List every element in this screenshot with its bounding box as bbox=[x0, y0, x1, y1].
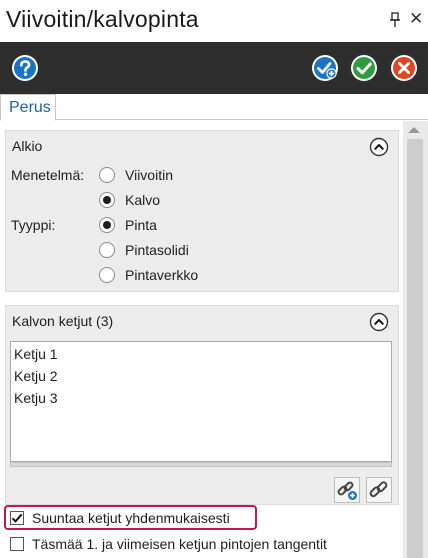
close-icon[interactable]: ✕ bbox=[409, 10, 423, 28]
align-chains-checkbox[interactable]: Suuntaa ketjut yhdenmukaisesti bbox=[10, 509, 250, 529]
alkio-panel-title: Alkio bbox=[12, 138, 43, 154]
radio-label: Pintasolidi bbox=[125, 242, 189, 258]
type-label: Tyyppi: bbox=[11, 217, 56, 233]
chain-add-icon bbox=[337, 481, 357, 500]
method-label: Menetelmä: bbox=[11, 167, 85, 183]
chevron-up-icon bbox=[369, 137, 389, 157]
radio-pintaverkko[interactable]: Pintaverkko bbox=[99, 266, 219, 286]
chain-link-icon bbox=[369, 481, 388, 498]
ok-check-icon bbox=[351, 55, 377, 81]
chains-collapse-button[interactable] bbox=[369, 312, 389, 332]
dialog-window: Viivoitin/kalvopinta ✕ Perus Alkio Menet… bbox=[0, 0, 428, 558]
radio-label: Pintaverkko bbox=[125, 267, 199, 283]
cancel-icon bbox=[391, 55, 417, 81]
match-tangents-checkbox[interactable]: Täsmää 1. ja viimeisen ketjun pintojen t… bbox=[10, 535, 370, 555]
apply-continue-button[interactable] bbox=[311, 54, 339, 82]
chains-panel-title: Kalvon ketjut (3) bbox=[12, 313, 114, 329]
tab-strip bbox=[0, 94, 428, 120]
window-title: Viivoitin/kalvopinta bbox=[6, 6, 199, 32]
chevron-up-icon bbox=[369, 312, 389, 332]
add-chain-button[interactable] bbox=[334, 477, 360, 503]
checkbox-label: Täsmää 1. ja viimeisen ketjun pintojen t… bbox=[32, 536, 327, 552]
radio-circle-selected bbox=[99, 192, 115, 208]
radio-label: Kalvo bbox=[125, 192, 161, 208]
checkmark-icon bbox=[11, 513, 23, 523]
title-bar: Viivoitin/kalvopinta ✕ bbox=[0, 0, 428, 42]
radio-label: Pinta bbox=[125, 217, 157, 233]
radio-label: Viivoitin bbox=[125, 167, 173, 183]
tab-perus[interactable]: Perus bbox=[0, 94, 56, 121]
checkbox-box bbox=[10, 537, 24, 551]
help-icon bbox=[12, 55, 38, 81]
radio-circle bbox=[99, 242, 115, 258]
radio-circle bbox=[99, 167, 115, 183]
radio-circle bbox=[99, 267, 115, 283]
checkbox-box bbox=[10, 511, 24, 525]
radio-pinta[interactable]: Pinta bbox=[99, 216, 219, 236]
chain-list[interactable]: Ketju 1 Ketju 2 Ketju 3 bbox=[10, 341, 392, 462]
radio-kalvo[interactable]: Kalvo bbox=[99, 191, 219, 211]
list-item[interactable]: Ketju 2 bbox=[14, 368, 58, 384]
alkio-collapse-button[interactable] bbox=[369, 137, 389, 157]
scroll-up-icon[interactable] bbox=[408, 127, 420, 133]
scrollbar-thumb[interactable] bbox=[407, 139, 423, 558]
radio-pintasolidi[interactable]: Pintasolidi bbox=[99, 241, 219, 261]
list-item[interactable]: Ketju 3 bbox=[14, 390, 58, 406]
pin-icon[interactable] bbox=[388, 12, 402, 28]
help-button[interactable] bbox=[11, 54, 39, 82]
radio-circle-selected bbox=[99, 217, 115, 233]
chain-list-scrollbar[interactable] bbox=[10, 462, 392, 467]
checkbox-label: Suuntaa ketjut yhdenmukaisesti bbox=[32, 510, 230, 526]
ok-button[interactable] bbox=[350, 54, 378, 82]
link-chain-button[interactable] bbox=[366, 477, 392, 503]
list-item[interactable]: Ketju 1 bbox=[14, 346, 58, 362]
radio-viivoitin[interactable]: Viivoitin bbox=[99, 166, 219, 186]
apply-and-continue-icon bbox=[312, 55, 338, 81]
cancel-button[interactable] bbox=[390, 54, 418, 82]
